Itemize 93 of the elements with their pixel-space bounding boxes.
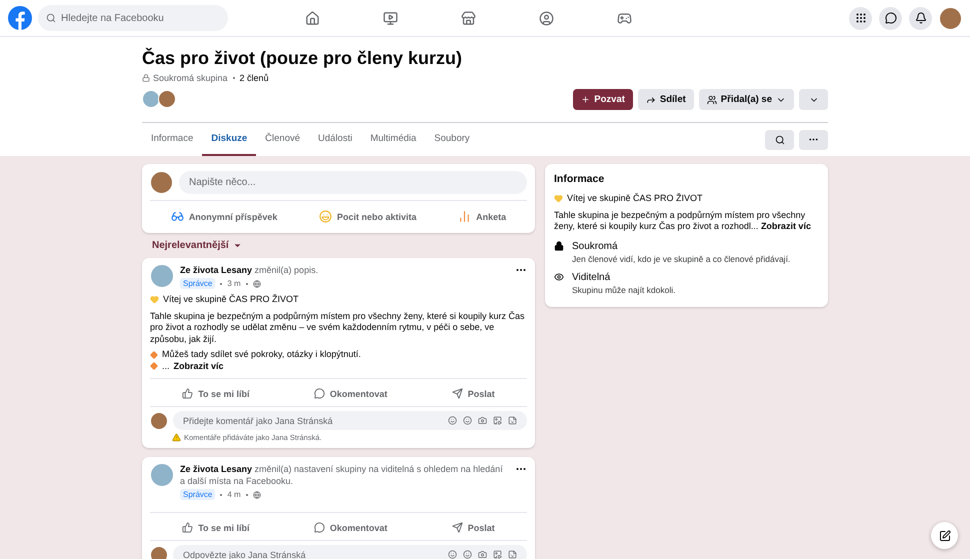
like-button[interactable]: To se mi líbí (179, 519, 253, 536)
about-item-title: Soukromá (572, 240, 619, 252)
separator-dot (232, 77, 235, 79)
menu-grid-icon[interactable] (849, 6, 872, 30)
avatar (150, 463, 174, 487)
incognito-icon (170, 210, 184, 223)
sticker-icon (508, 550, 517, 559)
send-button[interactable]: Poslat (448, 385, 498, 402)
caret-icon (232, 241, 242, 250)
group-privacy: Soukromá skupina (153, 73, 228, 83)
search-icon (46, 13, 56, 23)
emoji-icon (463, 550, 472, 559)
show-more-link[interactable]: Zobrazit víc (760, 221, 811, 231)
search-field[interactable]: Hledejte na Facebooku (38, 5, 228, 31)
lock-icon (554, 240, 564, 250)
logo-icon[interactable] (8, 6, 32, 30)
about-title: Informace (554, 173, 606, 185)
joined-button[interactable]: Přidal(a) se (698, 89, 794, 110)
heart-icon (150, 295, 159, 304)
search-button[interactable] (765, 130, 794, 150)
camera-icon (478, 416, 487, 425)
role-badge: Správce (180, 489, 216, 500)
group-title: Čas pro život (pouze pro členy kurzu) (142, 48, 464, 69)
post-time: 4 m (227, 490, 241, 499)
lock-icon (142, 74, 150, 82)
people-icon (706, 94, 717, 104)
post-text: Můžeš tady sdílet své pokroky, otázky i klopýtnutí. (162, 349, 361, 360)
post-text: ... (162, 360, 170, 372)
member-count[interactable]: 2 členů (240, 73, 269, 83)
tab[interactable]: Diskuze (202, 123, 256, 156)
warning-icon (172, 433, 181, 442)
about-item-text: Jen členové vidí, kdo je ve skupině a co členové přidávají. (572, 254, 790, 264)
send-icon (452, 522, 463, 533)
about-heading: Vítej ve skupině ČAS PRO ŽIVOT (567, 193, 703, 204)
composer-action[interactable]: Anketa (455, 207, 510, 226)
comment-button[interactable]: Okomentovat (310, 385, 390, 402)
avatar (150, 412, 168, 430)
avatar (150, 264, 174, 288)
member-avatar (158, 90, 176, 108)
show-more-link[interactable]: Zobrazit víc (174, 360, 224, 372)
search-icon (774, 134, 784, 144)
sticker-icon (508, 416, 517, 425)
heart-icon (554, 194, 563, 204)
profile-avatar[interactable] (939, 6, 962, 30)
role-badge: Správce (180, 278, 216, 289)
post-author-line: Ze života Lesany změnil(a) popis. (180, 264, 320, 276)
comment-field[interactable]: Přidejte komentář jako Jana Stránská (173, 411, 527, 430)
about-item-text: Skupinu může najít kdokoli. (572, 284, 676, 294)
invite-button[interactable]: Pozvat (573, 89, 633, 110)
tab[interactable]: Soubory (425, 123, 479, 156)
thumbs-up-icon (182, 522, 194, 533)
post-heading: Vítej ve skupině ČAS PRO ŽIVOT (163, 294, 299, 306)
emoji-icon (463, 416, 472, 425)
composer-action[interactable]: Pocit nebo aktivita (316, 207, 420, 226)
compose-button[interactable] (931, 522, 958, 549)
plus-icon (581, 95, 590, 104)
poll-icon (458, 210, 472, 223)
post-time: 3 m (227, 279, 241, 288)
comment-field[interactable]: Odpovězte jako Jana Stránská (173, 545, 527, 559)
camera-icon (478, 550, 487, 559)
about-item-title: Viditelná (572, 272, 612, 282)
separator-dot (246, 282, 248, 284)
share-button[interactable]: Sdílet (638, 89, 694, 110)
globe-icon (252, 490, 261, 498)
member-avatar (142, 90, 160, 108)
separator-dot (220, 494, 222, 496)
smiley-icon (318, 210, 332, 223)
pen-square-icon (938, 530, 950, 542)
comment-button[interactable]: Okomentovat (310, 519, 390, 536)
speech-bubble-icon (314, 522, 325, 533)
tab[interactable]: Členové (256, 123, 310, 156)
eye-icon (554, 272, 564, 282)
separator-dot (246, 494, 248, 496)
separator-dot (220, 282, 222, 284)
bell-icon[interactable] (909, 6, 932, 30)
sort-dropdown[interactable]: Nejrelevantnější (142, 233, 252, 258)
about-text: Tahle skupina je bezpečným a podpůrným místem pro všechny ženy, které si koupily kurz Čas pro život a rozhodl... Zobrazit víc (554, 210, 812, 232)
share-icon (646, 94, 656, 104)
send-icon (452, 388, 463, 399)
post-input[interactable]: Napište něco... (179, 171, 527, 194)
tab[interactable]: Události (309, 123, 362, 156)
composer-action[interactable]: Anonymní příspěvek (168, 207, 280, 226)
tab[interactable]: Informace (142, 123, 202, 156)
like-button[interactable]: To se mi líbí (179, 385, 253, 402)
messenger-icon[interactable] (879, 6, 902, 30)
thumbs-up-icon (182, 388, 194, 399)
post-text: Tahle skupina je bezpečným a podpůrným místem pro všechny ženy, které si koupily kurz Čas pro život a rozhodly se udělat změnu – ve svém každodenním rytmu, v péči o sebe, ve způsobu, jak žijí. (150, 310, 526, 345)
post-author-line: Ze života Lesany změnil(a) nastavení skupiny na viditelná s ohledem na hledání a další místa na Facebooku. (180, 463, 504, 487)
globe-icon (252, 280, 261, 288)
send-button[interactable]: Poslat (448, 519, 498, 536)
avatar (150, 171, 173, 194)
speech-bubble-icon (314, 388, 325, 399)
tab[interactable]: Multimédia (361, 123, 426, 156)
